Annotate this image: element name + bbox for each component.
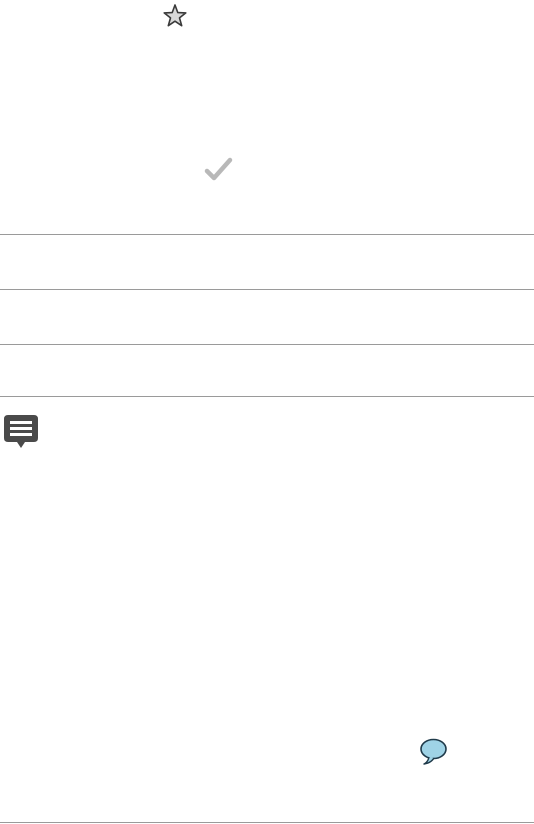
- star-icon[interactable]: [161, 2, 189, 30]
- list-divider: [0, 234, 534, 235]
- menu-icon[interactable]: [3, 414, 39, 450]
- bottom-divider: [0, 822, 534, 823]
- speech-bubble-icon[interactable]: [418, 737, 450, 767]
- list-divider: [0, 344, 534, 345]
- list-divider: [0, 396, 534, 397]
- list-divider: [0, 289, 534, 290]
- checkmark-icon[interactable]: [203, 156, 233, 184]
